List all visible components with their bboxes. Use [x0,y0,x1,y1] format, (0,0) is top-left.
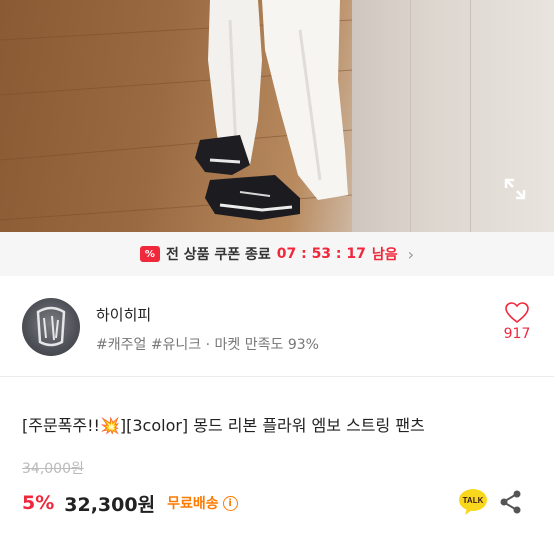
shop-avatar[interactable] [22,298,80,356]
share-icon [500,490,521,514]
shop-info[interactable]: 하이히피 #캐주얼 #유니크 · 마켓 만족도 93% 917 [0,276,554,376]
sale-price: 32,300원 [64,493,156,516]
discount-rate: 5% [22,492,55,514]
coupon-timer: 07 : 53 : 17 [276,246,366,262]
like-count: 917 [503,326,531,342]
like-button[interactable]: 917 [496,302,538,342]
coupon-icon: % [139,246,160,262]
price-row: 5% 32,300원 무료배송 i [22,488,238,518]
heart-icon [505,302,529,324]
pants-image [195,0,348,220]
free-shipping-label: 무료배송 [167,496,219,512]
shop-tags: #캐주얼 #유니크 · 마켓 만족도 93% [96,337,319,353]
share-button[interactable] [498,489,524,515]
original-price: 34,000원 [22,461,84,477]
product-title: [주문폭주!!💥][3color] 몽드 리본 플라워 엠보 스트링 팬츠 [22,416,425,435]
coupon-label: 전 상품 쿠폰 종료 [165,247,271,263]
divider [0,376,554,377]
shop-name[interactable]: 하이히피 [96,304,151,325]
coupon-banner[interactable]: % 전 상품 쿠폰 종료 07 : 53 : 17 남음 › [0,232,554,276]
expand-arrows-icon[interactable] [500,174,530,204]
kakao-talk-button[interactable]: TALK [458,487,488,517]
product-photo[interactable] [0,0,554,232]
talk-label: TALK [463,496,484,505]
info-icon[interactable]: i [222,495,238,511]
chevron-right-icon: › [407,244,415,264]
talk-icon: TALK [459,489,487,515]
coupon-suffix: 남음 [371,247,398,263]
